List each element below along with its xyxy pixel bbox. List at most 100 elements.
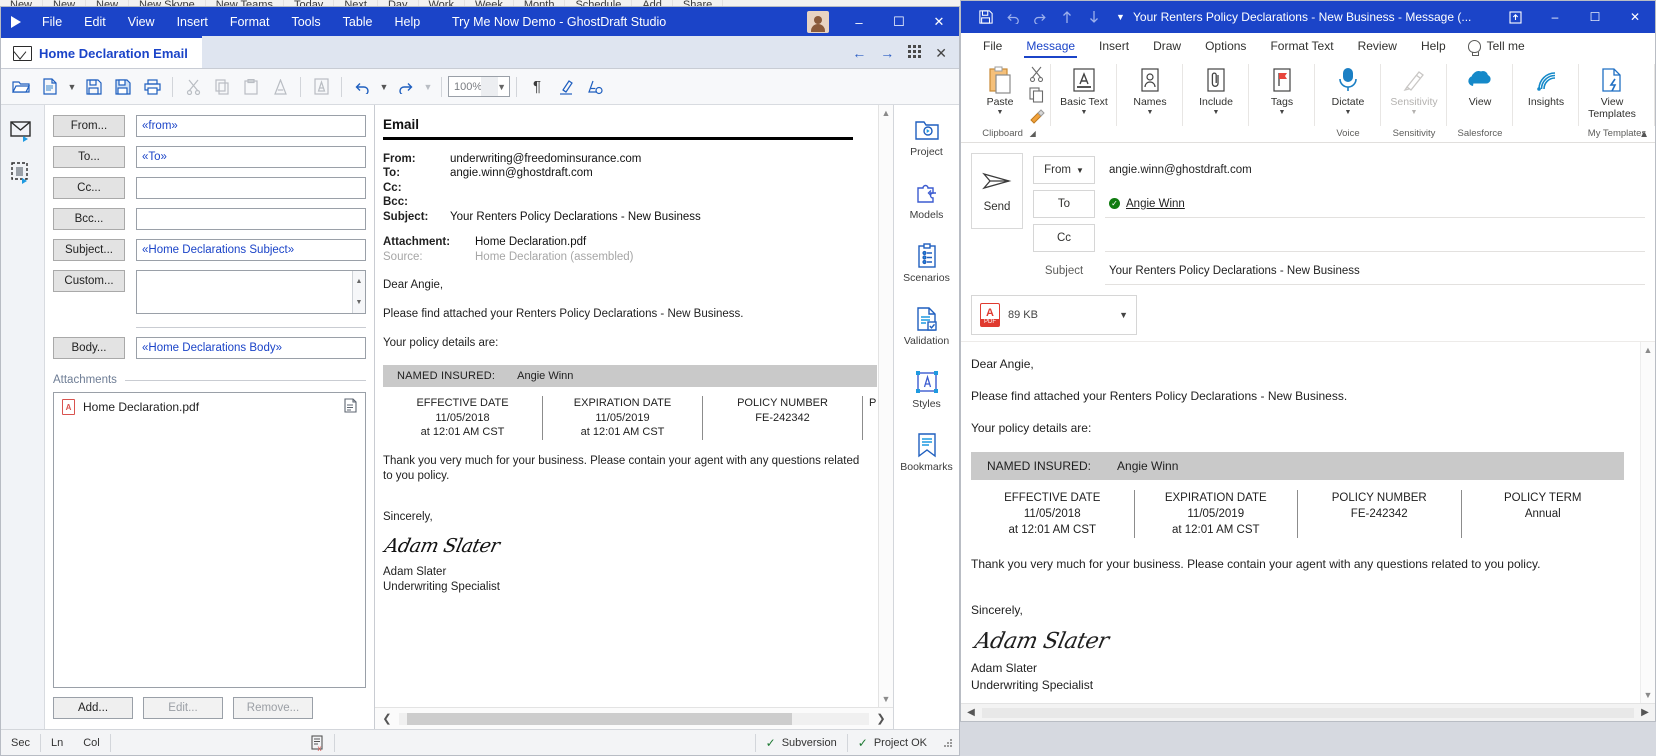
from-button[interactable]: From... [53,115,125,137]
custom-button[interactable]: Custom... [53,270,125,292]
subject-input[interactable]: Your Renters Policy Declarations - New B… [1105,257,1645,285]
undo-icon[interactable] [1000,5,1025,29]
from-value[interactable]: angie.winn@ghostdraft.com [1105,156,1645,184]
tab-insert[interactable]: Insert [1087,33,1141,59]
include-button[interactable]: Include ▼ [1189,62,1243,116]
body-input[interactable]: «Home Declarations Body» [136,337,366,359]
nav-forward-icon[interactable]: → [880,45,894,61]
minimize-button[interactable]: – [839,7,879,37]
chevron-down-icon[interactable]: ▼ [1213,109,1220,116]
sidebar-item-scenarios[interactable]: Scenarios [896,239,958,288]
sensitivity-button[interactable]: Sensitivity ▼ [1387,62,1441,116]
send-button[interactable]: Send [971,153,1023,229]
menu-table[interactable]: Table [332,7,384,37]
scroll-left-icon[interactable]: ◀ [964,707,978,718]
maximize-button[interactable]: ☐ [879,7,919,37]
paste-button[interactable]: Paste ▼ [973,62,1027,116]
tab-format-text[interactable]: Format Text [1258,33,1345,59]
scroll-thumb[interactable] [407,712,793,725]
recipient-chip[interactable]: Angie Winn [1126,198,1185,210]
scroll-track[interactable] [399,712,869,725]
scroll-up-icon[interactable]: ▲ [1644,345,1653,355]
attachment-chip[interactable]: A PDF 89 KB ▼ [971,295,1137,335]
tab-home-declaration-email[interactable]: Home Declaration Email [1,36,202,68]
scroll-right-icon[interactable]: ▶ [1638,707,1652,718]
copy-icon[interactable] [1029,87,1045,106]
body-button[interactable]: Body... [53,337,125,359]
custom-spinner[interactable]: ▲ ▼ [352,271,365,313]
status-subversion[interactable]: ✓ Subversion [756,730,847,756]
scroll-up-icon[interactable]: ▲ [882,108,891,118]
cc-button[interactable]: Cc [1033,224,1095,252]
tab-draw[interactable]: Draw [1141,33,1193,59]
chevron-down-icon[interactable]: ▼ [1081,109,1088,116]
scroll-down-icon[interactable]: ▼ [882,694,891,704]
tell-me-search[interactable]: Tell me [1458,39,1525,56]
grid-icon[interactable] [908,45,922,61]
document-stamp-icon[interactable] [10,161,36,185]
bcc-input[interactable] [136,208,366,230]
restore-down-button[interactable] [1495,1,1535,33]
scroll-track[interactable] [982,707,1634,718]
move-up-icon[interactable] [1054,5,1079,29]
list-item[interactable]: A Home Declaration.pdf [54,393,365,421]
chevron-down-icon[interactable]: ▼ [1279,109,1286,116]
status-resize-grip[interactable] [937,730,959,756]
undo-caret-icon[interactable]: ▼ [377,73,391,101]
redo-caret-icon[interactable]: ▼ [421,73,435,101]
cut-icon[interactable] [1029,66,1045,85]
preview-horizontal-scrollbar[interactable]: ❮ ❯ [375,707,893,729]
scroll-right-icon[interactable]: ❯ [873,712,889,725]
attachment-source-icon[interactable] [344,398,357,416]
cc-value[interactable] [1105,224,1645,252]
dictate-button[interactable]: Dictate ▼ [1321,62,1375,116]
scroll-down-icon[interactable]: ▼ [1644,690,1653,700]
close-button[interactable]: ✕ [1615,1,1655,33]
from-input[interactable]: «from» [136,115,366,137]
status-project-ok[interactable]: ✓ Project OK [848,730,937,756]
preview-vertical-scrollbar[interactable]: ▲ ▼ [878,105,893,707]
remove-button[interactable]: Remove... [233,697,313,719]
to-button[interactable]: To... [53,146,125,168]
undo-icon[interactable] [348,73,376,101]
body-vertical-scrollbar[interactable]: ▲ ▼ [1640,342,1655,703]
find-replace-icon[interactable] [307,73,335,101]
menu-format[interactable]: Format [219,7,281,37]
to-input[interactable]: «To» [136,146,366,168]
format-painter-icon[interactable] [266,73,294,101]
to-button[interactable]: To [1033,190,1095,218]
collapse-ribbon-icon[interactable]: ▲ [1639,129,1649,140]
chevron-down-icon[interactable]: ▼ [997,109,1004,116]
body-horizontal-scrollbar[interactable]: ◀ ▶ [961,703,1655,721]
chevron-down-icon[interactable]: ▼ [1345,109,1352,116]
salesforce-view-button[interactable]: View [1453,62,1507,108]
avatar[interactable] [807,11,829,33]
tab-message[interactable]: Message [1014,33,1087,59]
format-painter-icon[interactable] [1029,108,1045,127]
email-compose-icon[interactable] [9,119,36,143]
chevron-down-icon[interactable]: ▼ [1147,109,1154,116]
open-icon[interactable] [7,73,35,101]
attachments-list[interactable]: A Home Declaration.pdf [53,392,366,688]
view-templates-button[interactable]: View Templates [1585,62,1639,120]
menu-edit[interactable]: Edit [73,7,117,37]
cut-icon[interactable] [179,73,207,101]
to-value[interactable]: ✓ Angie Winn [1105,190,1645,218]
customize-qat-icon[interactable]: ▼ [1108,5,1133,29]
menu-insert[interactable]: Insert [166,7,219,37]
tab-file[interactable]: File [971,33,1014,59]
subject-input[interactable]: «Home Declarations Subject» [136,239,366,261]
highlight-icon[interactable] [552,73,580,101]
sidebar-item-models[interactable]: Models [896,176,958,225]
edit-button[interactable]: Edit... [143,697,223,719]
pilcrow-icon[interactable]: ¶ [523,73,551,101]
sidebar-item-styles[interactable]: Styles [896,365,958,414]
cc-button[interactable]: Cc... [53,177,125,199]
tab-review[interactable]: Review [1346,33,1409,59]
new-document-caret-icon[interactable]: ▼ [65,73,79,101]
close-button[interactable]: ✕ [919,7,959,37]
zoom-combobox[interactable]: 100% ▼ [448,76,510,97]
save-icon[interactable] [80,73,108,101]
paste-icon[interactable] [237,73,265,101]
subject-button[interactable]: Subject... [53,239,125,261]
